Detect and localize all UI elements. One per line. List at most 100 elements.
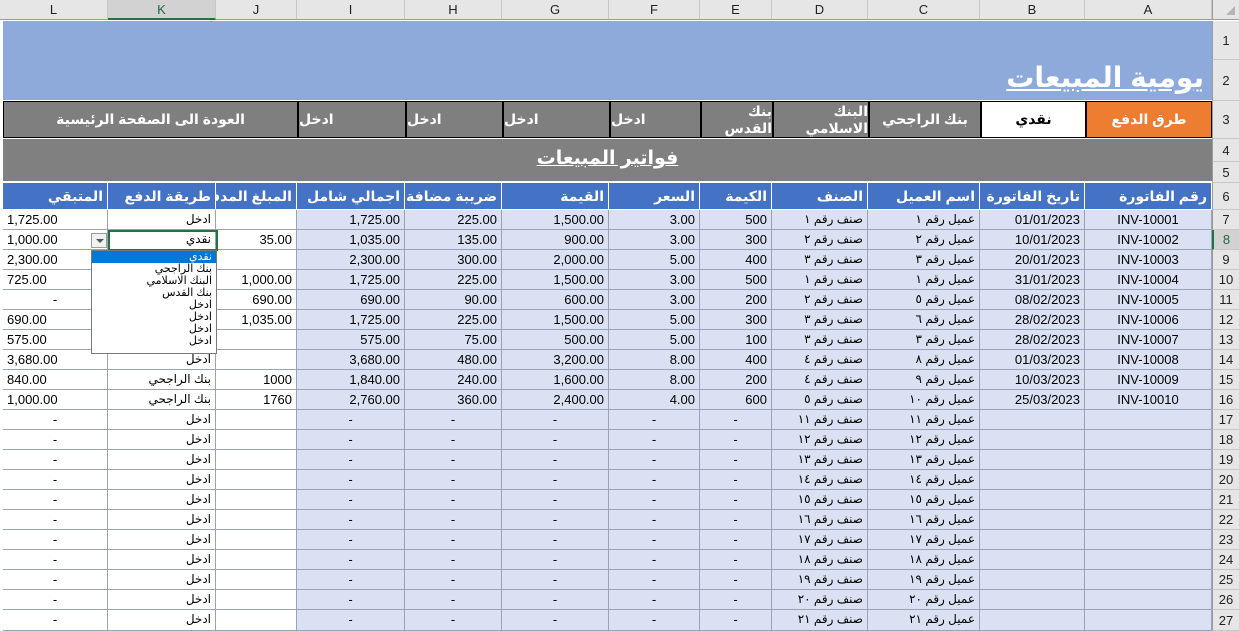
table-cell[interactable]: -	[502, 610, 609, 631]
table-cell[interactable]	[216, 610, 297, 631]
table-cell[interactable]: -	[700, 530, 772, 550]
table-cell[interactable]: صنف رقم ٤	[772, 370, 868, 390]
table-cell[interactable]: 600.00	[502, 290, 609, 310]
dropdown-option[interactable]: ادخل	[92, 311, 216, 323]
table-cell[interactable]: صنف رقم ٤	[772, 350, 868, 370]
table-cell[interactable]: 1,035.00	[216, 310, 297, 330]
payment-dropdown-list[interactable]: نقدي بنك الراجحي البنك الاسلامي بنك القدس اد…	[91, 250, 217, 354]
table-cell[interactable]: صنف رقم ١٦	[772, 510, 868, 530]
table-cell[interactable]: صنف رقم ١٥	[772, 490, 868, 510]
table-cell[interactable]	[1085, 530, 1212, 550]
table-cell[interactable]	[980, 510, 1085, 530]
table-cell[interactable]: 5.00	[609, 250, 700, 270]
table-cell[interactable]	[216, 210, 297, 230]
table-cell[interactable]	[216, 470, 297, 490]
dropdown-arrow-icon[interactable]	[91, 233, 107, 248]
table-cell[interactable]: -	[502, 510, 609, 530]
table-cell[interactable]: 1,500.00	[502, 210, 609, 230]
table-cell[interactable]: 8.00	[609, 350, 700, 370]
row-header-18[interactable]: 18	[1212, 430, 1239, 450]
table-cell[interactable]: 225.00	[405, 270, 502, 290]
row-header-22[interactable]: 22	[1212, 510, 1239, 530]
table-cell[interactable]: 480.00	[405, 350, 502, 370]
select-all-corner[interactable]	[1212, 0, 1239, 20]
table-cell[interactable]: عميل رقم ٣	[868, 250, 980, 270]
table-cell[interactable]	[1085, 570, 1212, 590]
table-cell[interactable]: -	[502, 430, 609, 450]
table-cell[interactable]: 2,400.00	[502, 390, 609, 410]
table-cell[interactable]: -	[3, 550, 108, 570]
table-cell[interactable]: -	[700, 610, 772, 631]
table-cell[interactable]: -	[609, 410, 700, 430]
table-cell[interactable]: -	[3, 610, 108, 631]
table-cell[interactable]: -	[700, 410, 772, 430]
table-cell[interactable]: -	[405, 550, 502, 570]
column-header-J[interactable]: J	[216, 0, 297, 20]
table-cell[interactable]: عميل رقم ١٢	[868, 430, 980, 450]
table-cell[interactable]: ادخل	[108, 530, 216, 550]
table-cell[interactable]: صنف رقم ١٢	[772, 430, 868, 450]
table-cell[interactable]: -	[405, 610, 502, 631]
table-cell[interactable]: 500	[700, 270, 772, 290]
table-cell[interactable]: عميل رقم ٢	[868, 230, 980, 250]
table-cell[interactable]: بنك الراجحي	[108, 390, 216, 410]
table-cell[interactable]: عميل رقم ٦	[868, 310, 980, 330]
table-cell[interactable]: 575.00	[297, 330, 405, 350]
table-cell[interactable]: -	[297, 470, 405, 490]
table-cell[interactable]: 5.00	[609, 330, 700, 350]
table-cell[interactable]: -	[405, 510, 502, 530]
table-cell[interactable]: ادخل	[108, 590, 216, 610]
column-header-A[interactable]: A	[1085, 0, 1212, 20]
table-cell[interactable]: 200	[700, 290, 772, 310]
table-cell[interactable]: 500	[700, 210, 772, 230]
active-cell[interactable]	[108, 230, 218, 251]
table-cell[interactable]: 2,760.00	[297, 390, 405, 410]
table-cell[interactable]: -	[502, 570, 609, 590]
dropdown-option[interactable]: ادخل	[92, 335, 216, 347]
table-cell[interactable]: 225.00	[405, 210, 502, 230]
table-cell[interactable]: 400	[700, 250, 772, 270]
table-cell[interactable]	[216, 570, 297, 590]
table-cell[interactable]: 1,500.00	[502, 310, 609, 330]
table-cell[interactable]: عميل رقم ١٥	[868, 490, 980, 510]
table-cell[interactable]	[1085, 470, 1212, 490]
table-cell[interactable]: 300	[700, 310, 772, 330]
row-header-7[interactable]: 7	[1212, 210, 1239, 230]
table-cell[interactable]: -	[700, 430, 772, 450]
table-cell[interactable]	[216, 330, 297, 350]
payment-method-cell[interactable]: بنك القدس	[701, 101, 773, 138]
payment-method-cell[interactable]: ادخل	[406, 101, 503, 138]
table-cell[interactable]: 10/01/2023	[980, 230, 1085, 250]
table-cell[interactable]: 2,000.00	[502, 250, 609, 270]
table-cell[interactable]: 360.00	[405, 390, 502, 410]
table-cell[interactable]: ادخل	[108, 550, 216, 570]
row-header-8[interactable]: 8	[1212, 230, 1239, 250]
table-cell[interactable]: 690.00	[216, 290, 297, 310]
table-cell[interactable]: 25/03/2023	[980, 390, 1085, 410]
table-cell[interactable]: -	[609, 490, 700, 510]
table-cell[interactable]: 1,000.00	[216, 270, 297, 290]
table-cell[interactable]: -	[609, 550, 700, 570]
table-cell[interactable]: INV-10006	[1085, 310, 1212, 330]
row-header-23[interactable]: 23	[1212, 530, 1239, 550]
table-cell[interactable]: 4.00	[609, 390, 700, 410]
table-cell[interactable]: ادخل	[108, 410, 216, 430]
table-cell[interactable]	[216, 490, 297, 510]
table-cell[interactable]: -	[609, 590, 700, 610]
table-cell[interactable]: عميل رقم ٥	[868, 290, 980, 310]
table-cell[interactable]: 10/03/2023	[980, 370, 1085, 390]
column-header-D[interactable]: D	[772, 0, 868, 20]
table-cell[interactable]: -	[405, 570, 502, 590]
row-header-1[interactable]: 1	[1212, 21, 1239, 60]
table-cell[interactable]: 08/02/2023	[980, 290, 1085, 310]
row-header-2[interactable]: 2	[1212, 60, 1239, 101]
table-cell[interactable]: -	[700, 570, 772, 590]
table-cell[interactable]: 01/03/2023	[980, 350, 1085, 370]
table-cell[interactable]: عميل رقم ١	[868, 210, 980, 230]
table-cell[interactable]: -	[502, 450, 609, 470]
table-cell[interactable]: 75.00	[405, 330, 502, 350]
table-cell[interactable]: صنف رقم ٥	[772, 390, 868, 410]
table-cell[interactable]: صنف رقم ١٧	[772, 530, 868, 550]
table-cell[interactable]: -	[609, 570, 700, 590]
table-cell[interactable]: 3,200.00	[502, 350, 609, 370]
